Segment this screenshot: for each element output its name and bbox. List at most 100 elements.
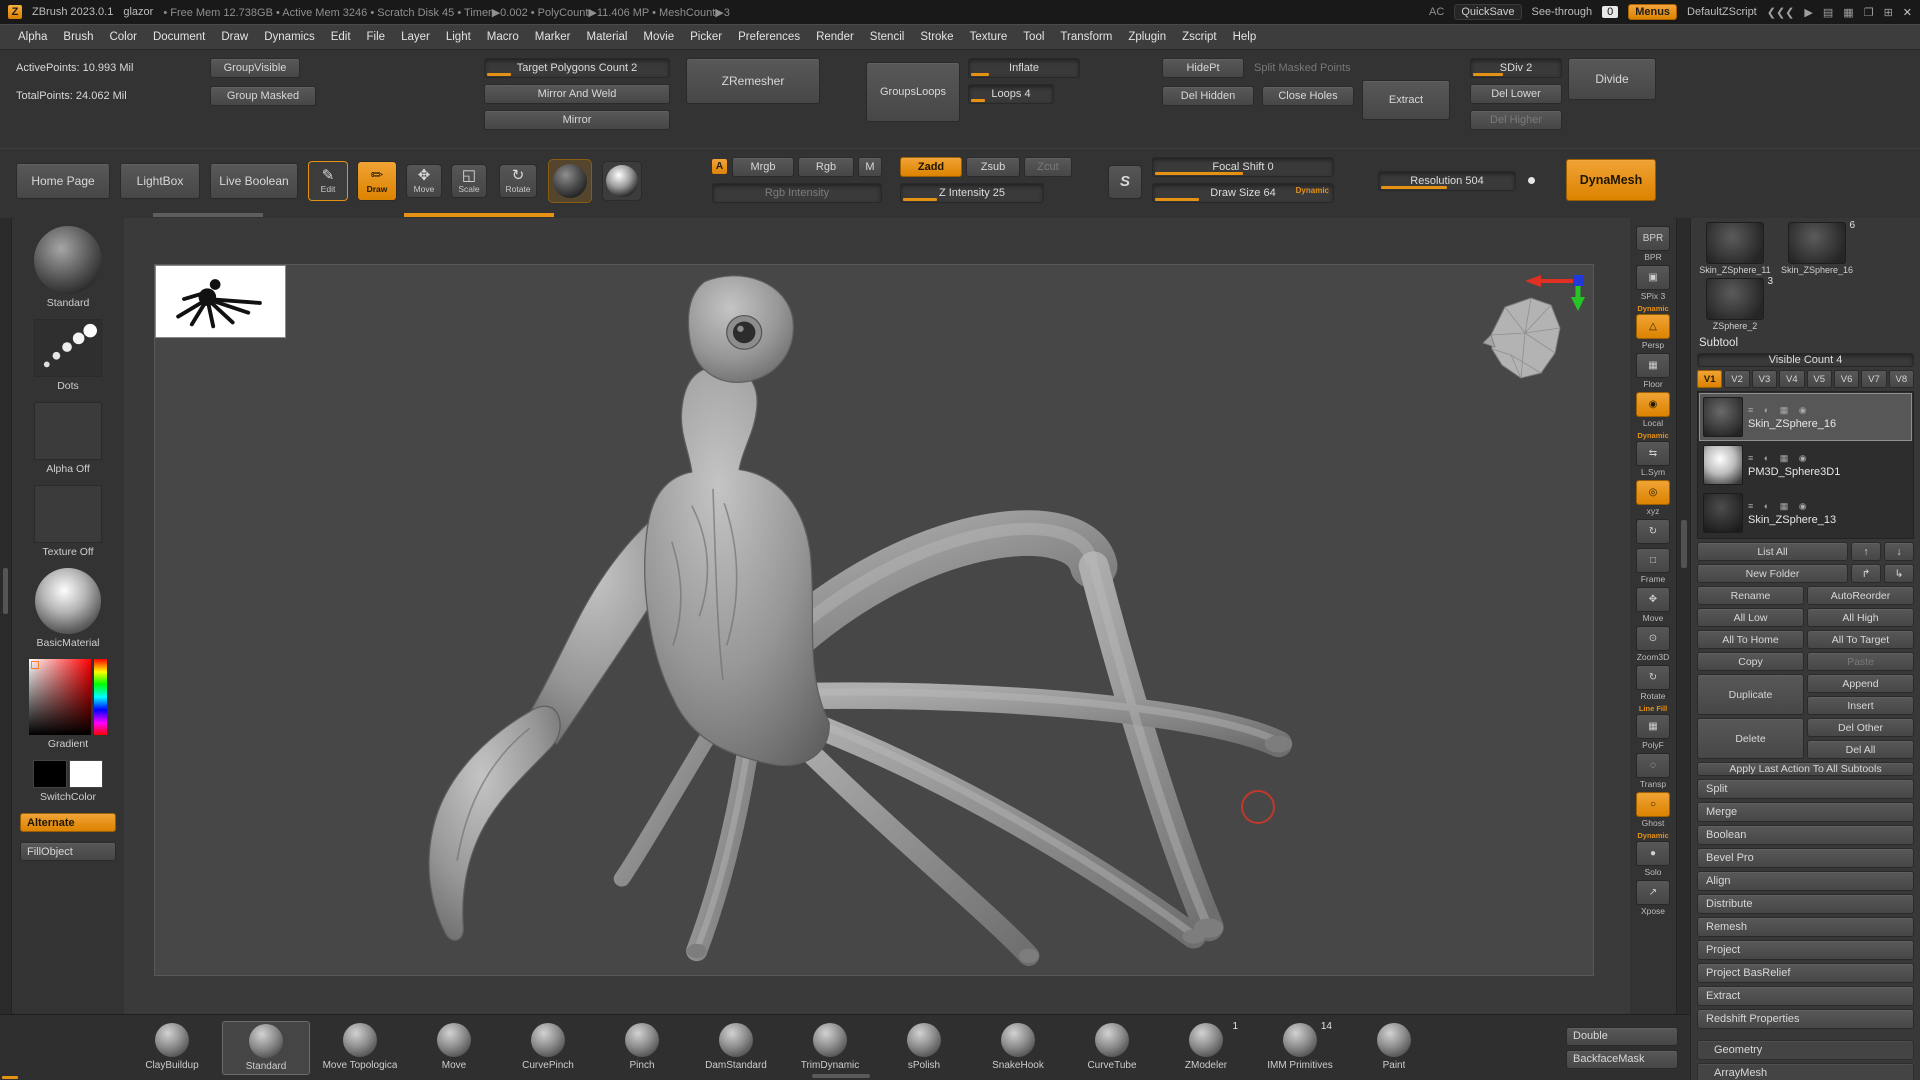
- right-tray-scrollthumb[interactable]: [1681, 520, 1687, 568]
- color-a-swatch[interactable]: A: [712, 159, 727, 174]
- brush-item[interactable]: Move: [410, 1021, 498, 1075]
- brush-item[interactable]: SnakeHook: [974, 1021, 1062, 1075]
- alternate-button[interactable]: Alternate: [20, 813, 116, 832]
- rgb-intensity-slider[interactable]: Rgb Intensity: [712, 183, 882, 203]
- rail-icon[interactable]: ▦: [1636, 353, 1670, 378]
- visibility-tab[interactable]: V7: [1861, 370, 1886, 388]
- rail-icon[interactable]: □: [1636, 548, 1670, 573]
- rail-icon[interactable]: ▦: [1636, 714, 1670, 739]
- rail-button[interactable]: Line Fill ▦ PolyF: [1636, 704, 1670, 750]
- visibility-tab[interactable]: V6: [1834, 370, 1859, 388]
- menu-item[interactable]: Stencil: [862, 25, 913, 49]
- mrgb-button[interactable]: Mrgb: [732, 157, 794, 177]
- subtool-mini-icons[interactable]: ≡ ◐ ▦ ◉: [1748, 453, 1840, 464]
- menu-item[interactable]: Tool: [1015, 25, 1052, 49]
- close-icon[interactable]: ✕: [1903, 6, 1912, 19]
- draw-size-slider[interactable]: Draw Size 64 Dynamic: [1152, 183, 1334, 203]
- menu-item[interactable]: Edit: [323, 25, 359, 49]
- del-other-button[interactable]: Del Other: [1807, 718, 1914, 737]
- resolution-dot-icon[interactable]: [1528, 177, 1535, 184]
- rail-icon[interactable]: ↻: [1636, 665, 1670, 690]
- switch-color[interactable]: SwitchColor: [33, 760, 103, 803]
- apply-last-action-button[interactable]: Apply Last Action To All Subtools: [1697, 762, 1914, 776]
- brush-item[interactable]: Standard: [222, 1021, 310, 1075]
- right-tray-divider[interactable]: [1676, 218, 1690, 1014]
- left-tray-scrollthumb[interactable]: [3, 568, 8, 614]
- delete-button[interactable]: Delete: [1697, 718, 1804, 759]
- menu-item[interactable]: Document: [145, 25, 213, 49]
- brush-item[interactable]: IMM Primitives 14: [1256, 1021, 1344, 1075]
- saturation-value-square[interactable]: [29, 659, 91, 735]
- rail-icon[interactable]: ⇆: [1636, 441, 1670, 466]
- brush-item[interactable]: ClayBuildup: [128, 1021, 216, 1075]
- copy-button[interactable]: Copy: [1697, 652, 1804, 671]
- document-thumbnail[interactable]: [155, 265, 286, 338]
- tool-item[interactable]: Skin_ZSphere_16 6: [1779, 222, 1855, 275]
- panels-icon[interactable]: ⊞: [1884, 6, 1893, 19]
- brush-item[interactable]: DamStandard: [692, 1021, 780, 1075]
- rail-button[interactable]: ◉ Local: [1636, 392, 1670, 428]
- zscript-rewind-icon[interactable]: ❮❮❮: [1767, 6, 1795, 19]
- all-to-home-button[interactable]: All To Home: [1697, 630, 1804, 649]
- secondary-color-swatch[interactable]: [69, 760, 103, 788]
- rail-icon[interactable]: ▣: [1636, 265, 1670, 290]
- divide-button[interactable]: Divide: [1568, 58, 1656, 100]
- tray-scrollbar[interactable]: [812, 1074, 870, 1078]
- rename-button[interactable]: Rename: [1697, 586, 1804, 605]
- menu-item[interactable]: Movie: [635, 25, 682, 49]
- menu-item[interactable]: Brush: [55, 25, 101, 49]
- list-all-button[interactable]: List All: [1697, 542, 1848, 561]
- hidept-button[interactable]: HidePt: [1162, 58, 1244, 78]
- rail-icon[interactable]: ◌: [1636, 753, 1670, 778]
- tool-item[interactable]: ZSphere_2 3: [1697, 278, 1773, 331]
- sdiv-slider[interactable]: SDiv 2: [1470, 58, 1562, 78]
- current-material-button[interactable]: [602, 161, 642, 201]
- section-header[interactable]: Boolean: [1697, 825, 1914, 845]
- section-header[interactable]: Distribute: [1697, 894, 1914, 914]
- rail-button[interactable]: ✥ Move: [1636, 587, 1670, 623]
- brush-item[interactable]: sPolish: [880, 1021, 968, 1075]
- subtool-row[interactable]: ≡ ◐ ▦ ◉ PM3D_Sphere3D1: [1700, 442, 1911, 488]
- menu-item[interactable]: Draw: [213, 25, 256, 49]
- section-header[interactable]: Project: [1697, 940, 1914, 960]
- sculptris-pro-button[interactable]: S: [1108, 165, 1142, 199]
- visible-count-slider[interactable]: Visible Count 4: [1697, 353, 1914, 367]
- brush-item[interactable]: Pinch: [598, 1021, 686, 1075]
- fill-object-button[interactable]: FillObject: [20, 842, 116, 861]
- scale-button[interactable]: ◱ Scale: [451, 164, 487, 198]
- section-header[interactable]: Extract: [1697, 986, 1914, 1006]
- menu-item[interactable]: Transform: [1052, 25, 1120, 49]
- section-header[interactable]: Project BasRelief: [1697, 963, 1914, 983]
- folder-out-button[interactable]: ↱: [1851, 564, 1881, 583]
- folder-in-button[interactable]: ↳: [1884, 564, 1914, 583]
- layout-icon[interactable]: ▤: [1823, 6, 1833, 19]
- rail-icon[interactable]: ⊙: [1636, 626, 1670, 651]
- append-button[interactable]: Append: [1807, 674, 1914, 693]
- menu-item[interactable]: Help: [1225, 25, 1265, 49]
- tool-item[interactable]: Skin_ZSphere_11: [1697, 222, 1773, 275]
- brush-item[interactable]: TrimDynamic: [786, 1021, 874, 1075]
- zscript-play-icon[interactable]: ▶: [1804, 6, 1812, 19]
- zcut-button[interactable]: Zcut: [1024, 157, 1072, 177]
- menu-item[interactable]: Layer: [393, 25, 438, 49]
- color-picker[interactable]: Gradient: [29, 659, 107, 750]
- menu-item[interactable]: Material: [579, 25, 636, 49]
- del-all-button[interactable]: Del All: [1807, 740, 1914, 759]
- section-header[interactable]: Remesh: [1697, 917, 1914, 937]
- all-low-button[interactable]: All Low: [1697, 608, 1804, 627]
- rail-icon[interactable]: ↻: [1636, 519, 1670, 544]
- rail-icon[interactable]: △: [1636, 314, 1670, 339]
- m-button[interactable]: M: [858, 157, 882, 177]
- lightbox-button[interactable]: LightBox: [120, 163, 200, 199]
- dynamesh-button[interactable]: DynaMesh: [1566, 159, 1656, 201]
- new-folder-button[interactable]: New Folder: [1697, 564, 1848, 583]
- rail-button[interactable]: Dynamic ⇆ L.Sym: [1636, 431, 1670, 477]
- all-to-target-button[interactable]: All To Target: [1807, 630, 1914, 649]
- menu-item[interactable]: Preferences: [730, 25, 808, 49]
- palette-header[interactable]: ArrayMesh: [1697, 1063, 1914, 1080]
- grid-icon[interactable]: ▦: [1843, 6, 1853, 19]
- menu-item[interactable]: Picker: [682, 25, 730, 49]
- zremesher-button[interactable]: ZRemesher: [686, 58, 820, 104]
- rail-button[interactable]: ◌ Transp: [1636, 753, 1670, 789]
- visibility-tab[interactable]: V8: [1889, 370, 1914, 388]
